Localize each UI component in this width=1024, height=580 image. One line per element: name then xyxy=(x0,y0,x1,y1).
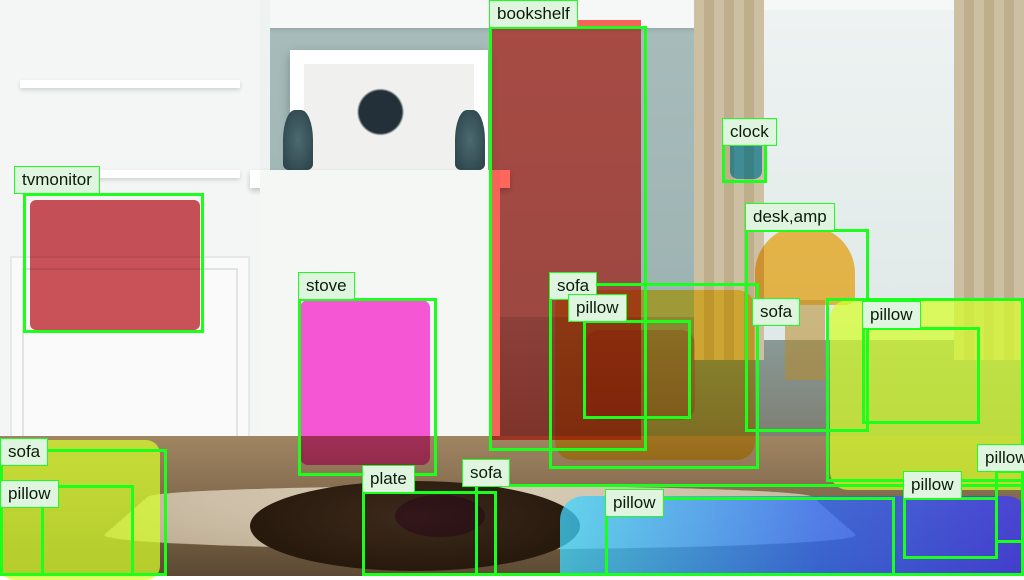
detection-label-plate: plate xyxy=(362,465,415,493)
detection-label-pillow: pillow xyxy=(568,294,627,322)
detection-label-pillow: pillow xyxy=(977,444,1024,472)
detection-box-pillow xyxy=(995,470,1024,543)
detection-label-sofa: sofa xyxy=(752,298,800,326)
detection-box-stove xyxy=(298,298,437,476)
detection-label-pillow: pillow xyxy=(862,301,921,329)
detection-label-sofa: sofa xyxy=(462,459,510,487)
detection-label-sofa: sofa xyxy=(0,438,48,466)
vase xyxy=(283,110,313,170)
detection-label-desk-amp: desk,amp xyxy=(745,203,835,231)
detection-label-tvmonitor: tvmonitor xyxy=(14,166,100,194)
vase xyxy=(455,110,485,170)
detection-box-pillow xyxy=(583,320,691,419)
detection-box-tvmonitor xyxy=(23,193,204,333)
detection-label-pillow: pillow xyxy=(605,489,664,517)
shelf xyxy=(20,80,240,88)
detection-label-pillow: pillow xyxy=(0,480,59,508)
detection-label-pillow: pillow xyxy=(903,471,962,499)
detection-label-clock: clock xyxy=(722,118,777,146)
detection-label-bookshelf: bookshelf xyxy=(489,0,578,28)
detection-box-pillow xyxy=(862,327,980,424)
detection-label-stove: stove xyxy=(298,272,355,300)
detection-box-pillow xyxy=(903,497,998,559)
